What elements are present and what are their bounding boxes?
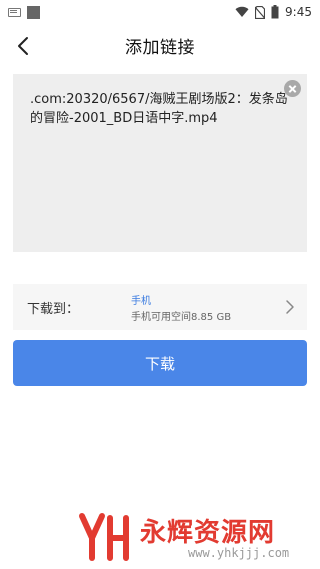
destination-space: 手机可用空间8.85 GB [131,312,232,323]
download-destination-row[interactable]: 下载到： 手机 手机可用空间8.85 GB [13,284,307,330]
app-bar: 添加链接 [0,24,320,68]
battery-icon [271,5,279,19]
keyboard-icon [8,7,21,17]
page-title: 添加链接 [125,38,195,58]
status-time: 9:45 [285,5,312,19]
square-icon [27,5,40,19]
wifi-icon [235,6,249,18]
destination-label: 下载到： [27,302,80,317]
status-left [0,5,40,19]
watermark-url: www.yhkjjj.com [188,546,290,560]
download-button[interactable]: 下载 [13,340,307,386]
no-sim-icon [255,5,266,19]
destination-name: 手机 [131,296,151,307]
status-bar: 9:45 [0,0,320,24]
link-input[interactable]: .com:20320/6567/海贼王剧场版2：发条岛的冒险-2001_BD日语… [13,74,307,252]
clear-icon[interactable] [284,80,301,97]
chevron-right-icon [286,300,294,314]
link-input-value[interactable]: .com:20320/6567/海贼王剧场版2：发条岛的冒险-2001_BD日语… [30,90,292,128]
watermark-name: 永辉资源网 [140,518,276,548]
status-right: 9:45 [235,0,312,24]
watermark-logo-icon [79,513,129,561]
watermark: 永辉资源网 www.yhkjjj.com [76,508,316,566]
